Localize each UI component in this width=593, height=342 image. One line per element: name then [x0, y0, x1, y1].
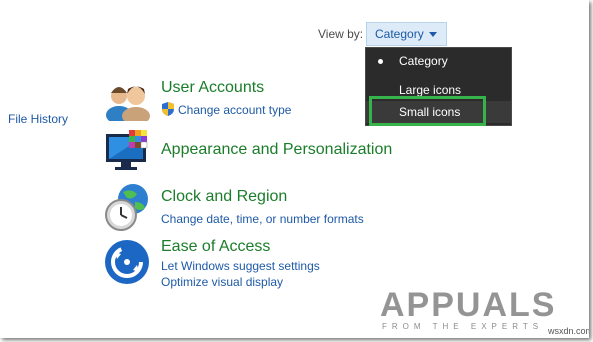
chevron-down-icon: [429, 32, 437, 37]
control-panel-window: View by: Category Category Large icons S…: [0, 0, 589, 338]
users-icon: [106, 86, 150, 121]
link-change-date-formats[interactable]: Change date, time, or number formats: [161, 212, 364, 226]
menu-item-small-icons[interactable]: Small icons: [366, 101, 511, 123]
link-change-account-type[interactable]: Change account type: [178, 103, 291, 117]
selected-bullet-icon: [378, 59, 383, 64]
view-by-menu: Category Large icons Small icons: [365, 47, 512, 126]
menu-item-category[interactable]: Category: [366, 50, 511, 72]
shield-icon: [162, 102, 174, 116]
monitor-palette-icon: [106, 130, 148, 170]
category-title-clock-region[interactable]: Clock and Region: [161, 188, 287, 206]
file-history-link[interactable]: File History: [8, 112, 68, 126]
watermark-site: wsxdn.com: [548, 326, 589, 336]
ease-of-access-icon: [105, 240, 149, 284]
link-optimize-visual-display[interactable]: Optimize visual display: [161, 275, 283, 289]
menu-item-label: Large icons: [399, 83, 462, 97]
category-title-user-accounts[interactable]: User Accounts: [161, 79, 264, 97]
category-title-appearance[interactable]: Appearance and Personalization: [161, 141, 392, 159]
watermark-brand: APPUALS: [380, 286, 557, 324]
view-by-label: View by:: [318, 27, 364, 41]
menu-item-label: Category: [399, 54, 448, 68]
watermark-tagline: FROM THE EXPERTS: [382, 322, 544, 331]
menu-item-large-icons[interactable]: Large icons: [366, 79, 511, 101]
clock-globe-icon: [105, 184, 148, 231]
view-by-value: Category: [375, 27, 424, 41]
category-title-ease-of-access[interactable]: Ease of Access: [161, 238, 270, 256]
link-windows-suggest-settings[interactable]: Let Windows suggest settings: [161, 259, 320, 273]
color-grid: [129, 130, 148, 149]
menu-item-label: Small icons: [399, 105, 461, 119]
view-by-dropdown[interactable]: Category: [366, 22, 447, 46]
